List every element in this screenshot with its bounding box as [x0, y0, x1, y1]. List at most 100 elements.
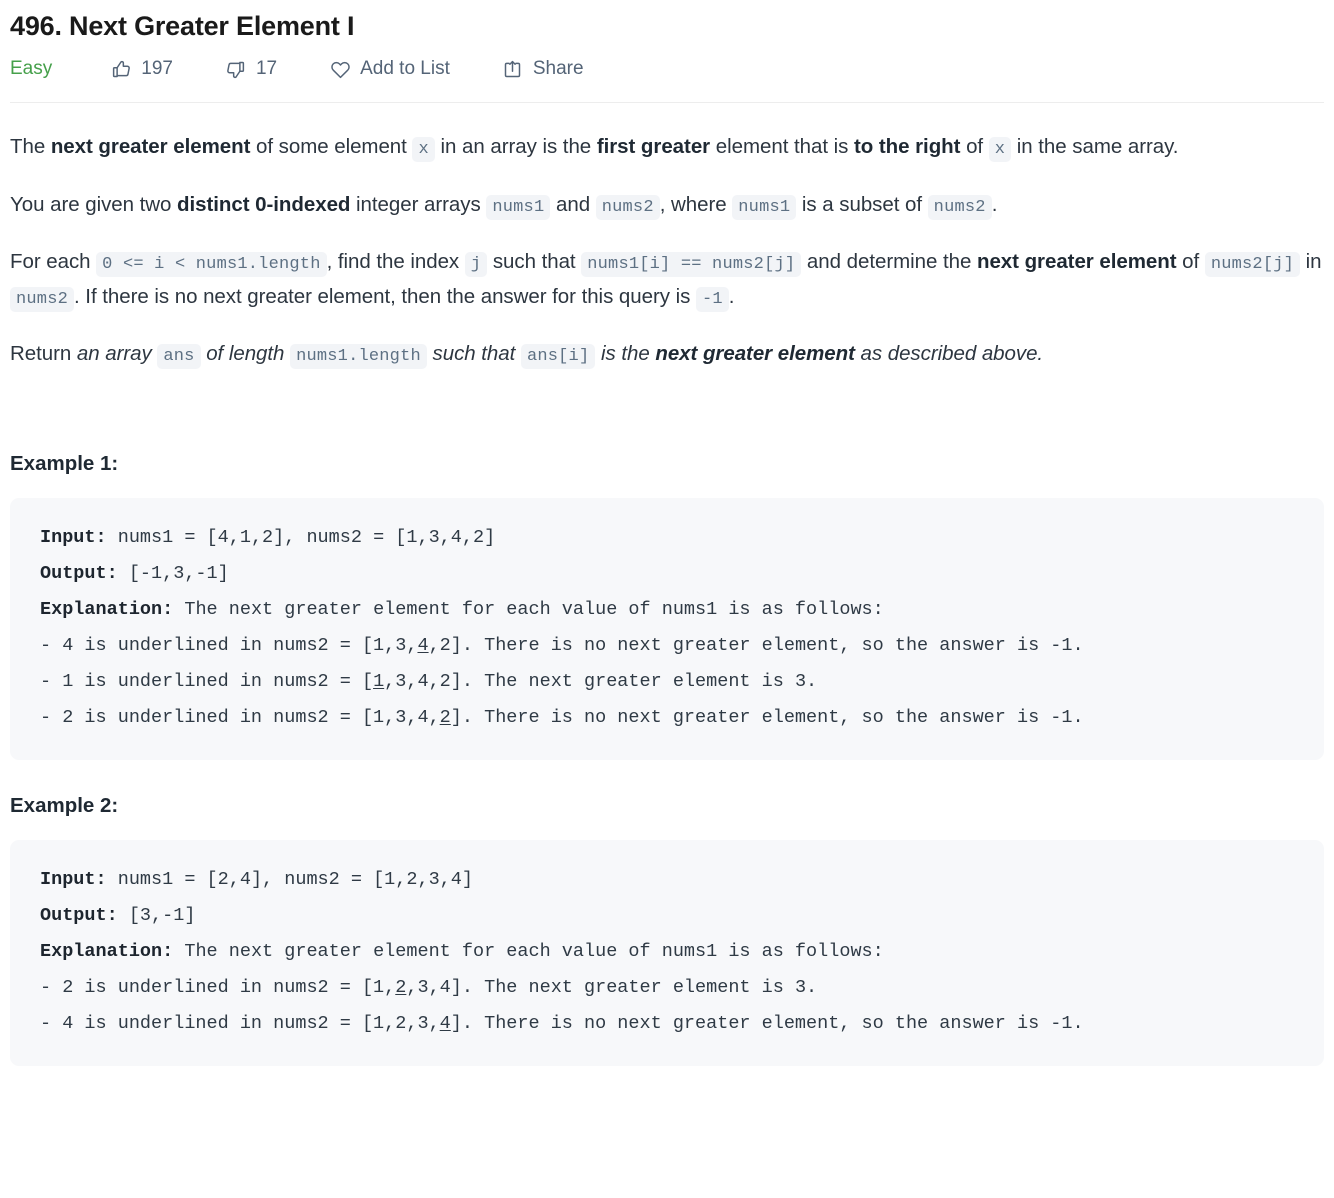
inline-code: nums2 — [927, 194, 992, 220]
example-1-code-block: Input: nums1 = [4,1,2], nums2 = [1,3,4,2… — [10, 497, 1324, 761]
inline-code: nums1 — [486, 194, 551, 220]
thumbs-down-icon — [225, 58, 247, 80]
dislike-button[interactable]: 17 — [225, 58, 277, 80]
inline-code: x — [988, 137, 1012, 163]
problem-meta-row: Easy 197 17 Add to List Share — [10, 44, 1324, 102]
text: element that is — [710, 135, 854, 159]
description-paragraph-3: For each 0 <= i < nums1.length, find the… — [10, 244, 1324, 315]
description-paragraph-4: Return an array ans of length nums1.leng… — [10, 336, 1324, 371]
inline-code: nums2[j] — [1204, 251, 1301, 277]
text: of some element — [250, 135, 413, 159]
example-1-heading: Example 1: — [10, 451, 119, 475]
description-paragraph-1: The next greater element of some element… — [10, 129, 1324, 164]
line-text: ,3,4,2]. The next greater element is 3. — [384, 670, 818, 692]
emphasis: next greater element — [976, 249, 1177, 273]
inline-code: ans[i] — [520, 344, 596, 370]
inline-code: -1 — [695, 287, 729, 313]
input-label: Input: — [40, 869, 107, 891]
explanation-value: The next greater element for each value … — [173, 598, 884, 620]
line-text: - 4 is underlined in nums2 = [1,2,3, — [40, 1013, 440, 1035]
explanation-value: The next greater element for each value … — [173, 941, 884, 963]
text: is a subset of — [796, 192, 928, 216]
emphasis: next greater element — [655, 342, 855, 366]
emphasis: first greater — [596, 135, 711, 159]
output-value: [3,-1] — [117, 905, 196, 927]
input-value: nums1 = [4,1,2], nums2 = [1,3,4,2] — [106, 526, 496, 548]
emphasis: next greater element — [50, 135, 251, 159]
text: of — [1176, 249, 1205, 273]
text: of — [960, 135, 989, 159]
text: , find the index — [326, 249, 465, 273]
text: an array — [76, 342, 158, 366]
input-label: Input: — [40, 526, 107, 548]
explanation-line: - 4 is underlined in nums2 = [1,3,4,2]. … — [40, 635, 1084, 656]
output-value: [-1,3,-1] — [117, 562, 229, 584]
emphasis: distinct 0-indexed — [177, 192, 351, 216]
text: integer arrays — [350, 192, 487, 216]
text: such that — [487, 249, 582, 273]
text: in the same array. — [1011, 135, 1179, 159]
inline-code: nums1[i] == nums2[j] — [581, 251, 802, 277]
explanation-label: Explanation: — [40, 941, 174, 963]
inline-code: j — [464, 251, 488, 277]
like-button[interactable]: 197 — [110, 58, 173, 80]
output-label: Output: — [40, 905, 118, 927]
explanation-line: - 2 is underlined in nums2 = [1,3,4,2]. … — [40, 707, 1084, 728]
text: and determine the — [801, 249, 977, 273]
dislike-count: 17 — [255, 58, 278, 80]
underlined-value: 2 — [395, 977, 407, 999]
input-value: nums1 = [2,4], nums2 = [1,2,3,4] — [106, 869, 473, 891]
problem-description: The next greater element of some element… — [10, 129, 1324, 371]
text: For each — [10, 249, 97, 273]
underlined-value: 2 — [439, 707, 451, 728]
line-text: - 1 is underlined in nums2 = [ — [40, 670, 374, 692]
inline-code: x — [412, 137, 435, 163]
line-text: - 2 is underlined in nums2 = [1, — [40, 977, 396, 999]
like-count: 197 — [141, 58, 173, 80]
inline-code: ans — [157, 344, 201, 370]
underlined-value: 4 — [417, 634, 429, 656]
output-label: Output: — [40, 562, 118, 584]
add-to-list-button[interactable]: Add to List — [329, 58, 450, 80]
emphasis: to the right — [853, 135, 961, 159]
text: of length — [200, 342, 291, 366]
explanation-line: - 1 is underlined in nums2 = [1,3,4,2]. … — [40, 671, 817, 692]
thumbs-up-icon — [110, 58, 132, 80]
inline-code: nums1 — [732, 194, 797, 220]
text: in an array is the — [434, 135, 597, 159]
inline-code: nums1.length — [290, 344, 427, 370]
description-paragraph-2: You are given two distinct 0-indexed int… — [10, 187, 1324, 222]
inline-code: nums2 — [595, 194, 660, 220]
line-text: ,3,4]. The next greater element is 3. — [406, 977, 818, 999]
example-2-code-block: Input: nums1 = [2,4], nums2 = [1,2,3,4] … — [10, 840, 1324, 1067]
example-2-heading: Example 2: — [10, 794, 119, 818]
line-text: ]. There is no next greater element, so … — [450, 1013, 1084, 1035]
text: as described above. — [854, 342, 1044, 366]
inline-code: nums2 — [10, 287, 75, 313]
page-title: 496. Next Greater Element I — [10, 11, 355, 41]
header-divider — [10, 102, 1324, 104]
line-text: - 2 is underlined in nums2 = [1,3,4, — [40, 707, 440, 728]
share-button[interactable]: Share — [502, 58, 584, 80]
text: in — [1300, 249, 1322, 273]
difficulty-badge: Easy — [10, 58, 53, 80]
text: and — [550, 192, 596, 216]
text: You are given two — [10, 192, 178, 216]
text: Return — [10, 342, 77, 366]
explanation-label: Explanation: — [40, 598, 174, 620]
text: The — [10, 135, 51, 159]
text: . — [728, 285, 735, 309]
problem-page: 496. Next Greater Element I Easy 197 17 — [0, 0, 1334, 1067]
text: . If there is no next greater element, t… — [74, 285, 696, 309]
text: such that — [426, 342, 521, 366]
explanation-line: - 2 is underlined in nums2 = [1,2,3,4]. … — [40, 977, 817, 998]
share-icon — [502, 58, 524, 80]
line-text: ,2]. There is no next greater element, s… — [428, 634, 1084, 656]
text: is the — [595, 342, 656, 366]
share-label: Share — [532, 58, 584, 80]
explanation-line: - 4 is underlined in nums2 = [1,2,3,4]. … — [40, 1013, 1084, 1034]
underlined-value: 4 — [439, 1013, 451, 1035]
text: . — [991, 192, 998, 216]
